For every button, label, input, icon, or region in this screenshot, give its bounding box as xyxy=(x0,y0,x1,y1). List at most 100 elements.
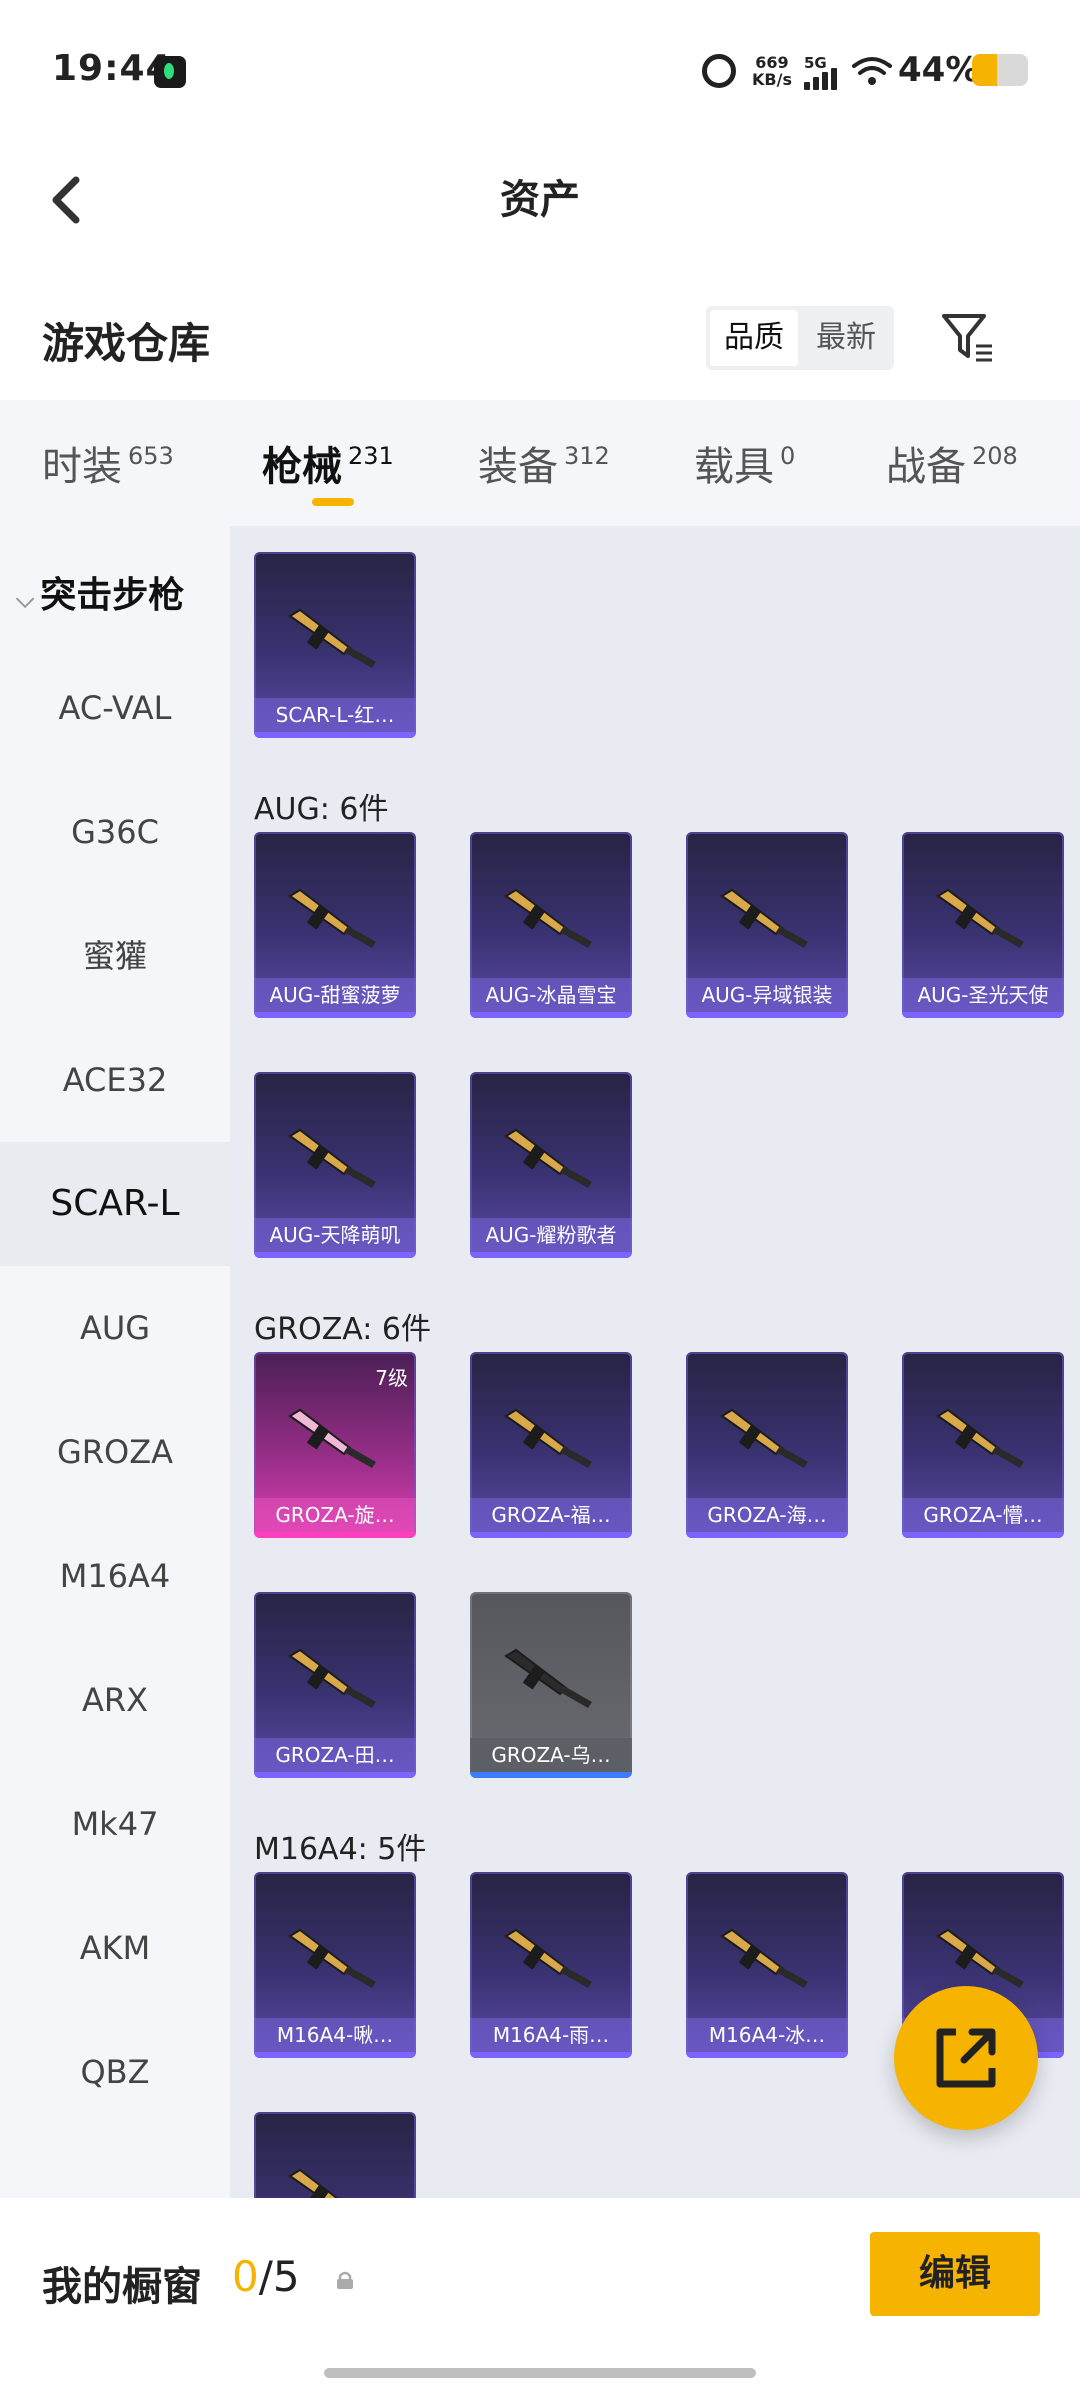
rarity-bar xyxy=(686,2052,848,2058)
skin-card[interactable]: SCAR-L-红… xyxy=(254,552,416,738)
tab-count: 312 xyxy=(564,442,610,470)
skin-card[interactable]: 7级 GROZA-旋… xyxy=(254,1352,416,1538)
share-button[interactable] xyxy=(894,1986,1038,2130)
tab-label: 战备 xyxy=(886,444,966,490)
sidebar-item[interactable]: Mk47 xyxy=(0,1762,230,1886)
sidebar-item[interactable]: AKM xyxy=(0,1886,230,2010)
rarity-bar xyxy=(254,1252,416,1258)
showcase-count: 0/5 xyxy=(232,2252,300,2301)
chevron-down-icon: ⌵ xyxy=(16,585,35,613)
skin-card[interactable]: GROZA-乌… xyxy=(470,1592,632,1778)
skin-card[interactable]: AUG-甜蜜菠萝 xyxy=(254,832,416,1018)
alarm-icon xyxy=(702,54,736,88)
skin-name: GROZA-旋… xyxy=(254,1498,416,1532)
skin-card[interactable]: M16A4-啾… xyxy=(254,1872,416,2058)
sidebar-item[interactable]: SCAR-L xyxy=(0,1142,230,1266)
skin-card[interactable]: AUG-圣光天使 xyxy=(902,832,1064,1018)
tab-label: 枪械 xyxy=(262,444,342,490)
tab-equipment[interactable]: 装备 312 xyxy=(478,434,610,492)
net-speed-unit: KB/s xyxy=(752,70,792,89)
showcase-bar: 我的橱窗 0/5 编辑 xyxy=(0,2198,1080,2400)
skin-card[interactable] xyxy=(254,2112,416,2198)
app-header: 资产 xyxy=(0,140,1080,280)
filter-icon[interactable] xyxy=(938,308,998,368)
rarity-bar xyxy=(254,732,416,738)
wifi-icon xyxy=(852,57,892,85)
skin-card[interactable]: M16A4-雨… xyxy=(470,1872,632,2058)
item-grid: SCAR-L-红… AUG: 6件 AUG-甜蜜菠萝 AUG-冰晶雪宝 AUG-异域银装… xyxy=(230,526,1080,2198)
sidebar-item[interactable]: ACE32 xyxy=(0,1018,230,1142)
skin-card[interactable]: GROZA-田… xyxy=(254,1592,416,1778)
sidebar-item[interactable]: 蜜獾 xyxy=(0,894,230,1018)
sidebar-item[interactable]: AC-VAL xyxy=(0,646,230,770)
gun-skin-image xyxy=(288,1648,376,1708)
gun-skin-image xyxy=(504,1928,592,1988)
skin-name: AUG-耀粉歌者 xyxy=(470,1218,632,1252)
skin-name: AUG-圣光天使 xyxy=(902,978,1064,1012)
skin-name: GROZA-懵… xyxy=(902,1498,1064,1532)
tab-count: 208 xyxy=(972,442,1018,470)
rarity-bar xyxy=(254,1772,416,1778)
group-label: AUG: 6件 xyxy=(254,792,389,827)
sidebar-category-label: 突击步枪 xyxy=(40,575,185,616)
gun-skin-image xyxy=(288,1928,376,1988)
battery-fill xyxy=(972,54,997,86)
sort-newest-button[interactable]: 最新 xyxy=(802,310,890,366)
rarity-bar xyxy=(902,1012,1064,1018)
gun-skin-image xyxy=(288,2168,339,2198)
sort-toggle: 品质 最新 xyxy=(706,306,894,370)
sidebar-item[interactable]: QBZ xyxy=(0,2010,230,2134)
gun-skin-image xyxy=(504,1648,592,1708)
skin-name: AUG-异域银装 xyxy=(686,978,848,1012)
sidebar-item[interactable]: G36C xyxy=(0,770,230,894)
skin-card[interactable]: AUG-耀粉歌者 xyxy=(470,1072,632,1258)
category-tabs: 时装 653 枪械 231 装备 312 载具 0 战备 208 xyxy=(0,400,1080,526)
tab-label: 时装 xyxy=(42,444,122,490)
tab-count: 0 xyxy=(780,442,796,470)
level-badge: 7级 xyxy=(375,1366,408,1390)
rarity-bar xyxy=(470,1532,632,1538)
rarity-bar xyxy=(902,1532,1064,1538)
page-title: 资产 xyxy=(500,177,580,223)
tab-fashion[interactable]: 时装 653 xyxy=(42,434,174,492)
gun-skin-image xyxy=(720,1928,808,1988)
gun-skin-image xyxy=(288,1128,376,1188)
gun-skin-image xyxy=(720,888,808,948)
skin-card[interactable]: AUG-冰晶雪宝 xyxy=(470,832,632,1018)
rarity-bar xyxy=(470,1772,632,1778)
rarity-bar xyxy=(470,1252,632,1258)
tab-guns[interactable]: 枪械 231 xyxy=(262,434,394,492)
gun-skin-image xyxy=(936,1408,1024,1468)
gun-skin-image xyxy=(288,608,376,668)
showcase-total: /5 xyxy=(258,2252,300,2301)
tab-vehicles[interactable]: 载具 0 xyxy=(694,434,795,492)
active-tab-indicator xyxy=(312,498,354,506)
edit-button[interactable]: 编辑 xyxy=(870,2232,1040,2316)
rarity-bar xyxy=(686,1012,848,1018)
skin-card[interactable]: M16A4-冰… xyxy=(686,1872,848,2058)
sidebar-item[interactable]: M16A4 xyxy=(0,1514,230,1638)
status-bar: 19:44 669 KB/s 5G 44% xyxy=(0,0,1080,140)
net-speed-value: 669 xyxy=(755,53,789,72)
group-label: M16A4: 5件 xyxy=(254,1832,427,1867)
sort-quality-button[interactable]: 品质 xyxy=(710,310,798,366)
sidebar-item[interactable]: AUG xyxy=(0,1266,230,1390)
skin-card[interactable]: GROZA-海… xyxy=(686,1352,848,1538)
skin-name: M16A4-啾… xyxy=(254,2018,416,2052)
skin-name: SCAR-L-红… xyxy=(254,698,416,732)
skin-card[interactable]: AUG-异域银装 xyxy=(686,832,848,1018)
rarity-bar xyxy=(254,1532,416,1538)
warehouse-bar: 游戏仓库 品质 最新 xyxy=(0,280,1080,400)
skin-card[interactable]: AUG-天降萌叽 xyxy=(254,1072,416,1258)
group-label: GROZA: 6件 xyxy=(254,1312,431,1347)
weapon-sidebar: ⌵ 突击步枪 AC-VAL G36C 蜜獾 ACE32 SCAR-L AUG GROZA M16… xyxy=(0,526,230,2198)
sidebar-item[interactable]: ARX xyxy=(0,1638,230,1762)
skin-card[interactable]: GROZA-懵… xyxy=(902,1352,1064,1538)
tab-count: 653 xyxy=(128,442,174,470)
sidebar-item[interactable]: GROZA xyxy=(0,1390,230,1514)
lock-icon xyxy=(337,2271,353,2289)
skin-card[interactable]: GROZA-福… xyxy=(470,1352,632,1538)
tab-supplies[interactable]: 战备 208 xyxy=(886,434,1018,492)
skin-name: AUG-冰晶雪宝 xyxy=(470,978,632,1012)
sidebar-category[interactable]: ⌵ 突击步枪 xyxy=(16,566,184,618)
